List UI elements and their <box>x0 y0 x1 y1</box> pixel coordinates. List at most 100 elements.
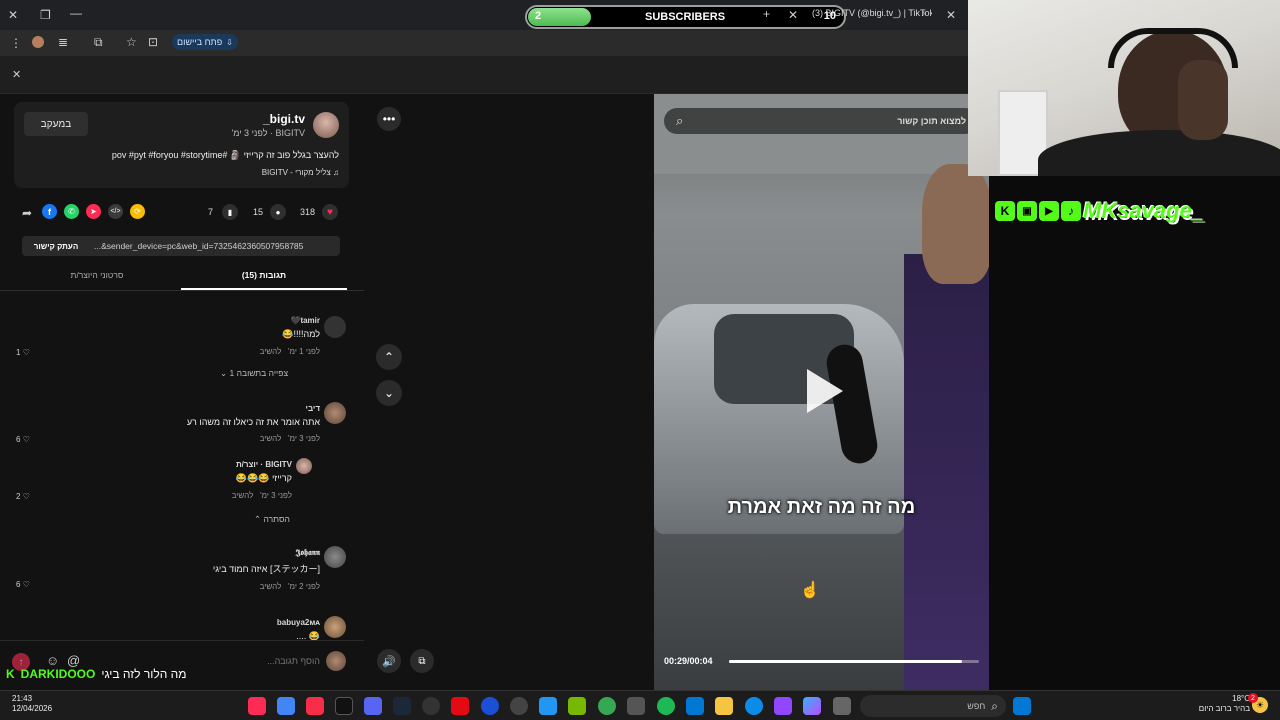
screenshot-icon[interactable]: ⊡ <box>148 35 158 49</box>
twitch-app-icon[interactable] <box>774 697 792 715</box>
comment-likes-count: 6 <box>16 580 21 589</box>
menu-dots-icon[interactable]: ⋮ <box>10 36 22 50</box>
repost-icon[interactable]: ⟳ <box>130 204 145 219</box>
reading-list-icon[interactable]: ≣ <box>58 35 68 49</box>
comment-likes-count: 1 <box>16 348 21 357</box>
previous-video-chevron-up-icon[interactable]: ⌃ <box>376 344 402 370</box>
close-tab-icon-2[interactable]: ✕ <box>946 8 956 22</box>
close-tab-icon[interactable]: ✕ <box>788 8 798 22</box>
nvidia-icon[interactable] <box>568 697 586 715</box>
profile-avatar-icon[interactable] <box>32 36 44 48</box>
following-button[interactable]: במעקב <box>24 112 88 136</box>
play-icon[interactable] <box>807 369 843 413</box>
weather-temp: 18°C <box>1232 694 1250 703</box>
close-window-icon[interactable]: ✕ <box>8 8 18 22</box>
volume-icon[interactable]: 🔊 <box>377 649 401 673</box>
hide-replies-button[interactable]: הסתרה ⌃ <box>254 514 290 525</box>
minimize-icon[interactable]: — <box>70 6 82 20</box>
task-view-icon[interactable] <box>833 697 851 715</box>
taskbar-search-icon: ⌕ <box>991 698 998 713</box>
taskbar-search-box[interactable]: ⌕ חפש <box>860 695 1006 717</box>
comment-author[interactable]: 𝕵𝖔𝖍𝖆𝖓𝖓 <box>8 548 320 558</box>
tiktok-desktop-icon[interactable] <box>335 697 353 715</box>
post-sound[interactable]: ♫ צליל מקורי - BIGITV <box>262 168 339 177</box>
tiktok-app-icon[interactable] <box>248 697 266 715</box>
windows-start-icon[interactable] <box>1013 697 1031 715</box>
heart-icon[interactable]: ♥ <box>322 204 338 220</box>
comment-likes[interactable]: 6 ♡ <box>16 435 30 444</box>
streamer-body <box>1038 130 1280 176</box>
settings-gear-icon[interactable] <box>510 697 528 715</box>
commenter-avatar[interactable] <box>324 316 346 338</box>
file-explorer-icon[interactable] <box>715 697 733 715</box>
embed-code-icon[interactable]: </> <box>108 204 123 219</box>
install-app-button[interactable]: ⇩ פתח ביישום <box>172 34 238 50</box>
tab-tiktok[interactable]: (3) BIGITV (@bigi.tv_) | TikTok <box>812 8 932 22</box>
view-replies-button[interactable]: צפייה בתשובה 1 ⌄ <box>220 368 288 379</box>
copy-link-button[interactable]: העתק קישור <box>22 236 90 256</box>
related-search-bar[interactable]: למצוא תוכן קשור ⌕ <box>664 108 978 134</box>
chrome-icon[interactable] <box>598 697 616 715</box>
comment-bubble-icon[interactable]: ● <box>270 204 286 220</box>
commenter-avatar[interactable] <box>324 616 346 638</box>
tab-creator-videos[interactable]: סרטוני היוצר/ת <box>14 270 180 290</box>
facebook-icon[interactable]: f <box>42 204 57 219</box>
more-options-icon[interactable]: ••• <box>377 107 401 131</box>
next-video-chevron-down-icon[interactable]: ⌄ <box>376 380 402 406</box>
reply-link[interactable]: להשיב <box>260 434 282 443</box>
picture-in-picture-icon[interactable]: ⧉ <box>410 649 434 673</box>
video-player[interactable]: למצוא תוכן קשור ⌕ מה זה מה זאת אמרת 00:2… <box>654 94 989 690</box>
comment-author[interactable]: babuya2ᴍᴀ <box>8 618 320 627</box>
edge-icon[interactable] <box>745 697 763 715</box>
share-arrow-icon[interactable]: ➦ <box>22 206 32 220</box>
reply-link[interactable]: להשיב <box>260 582 282 591</box>
outlook-icon[interactable] <box>686 697 704 715</box>
comment-time: לפני 3 ימ' <box>288 434 320 443</box>
copy-link-row: העתק קישור ...&sender_device=pc&web_id=7… <box>22 236 340 256</box>
ea-app-icon[interactable] <box>481 697 499 715</box>
music-app-icon[interactable] <box>306 697 324 715</box>
comment-likes[interactable]: 6 ♡ <box>16 580 30 589</box>
extensions-icon[interactable]: ⧉ <box>94 35 103 50</box>
commenter-avatar[interactable] <box>324 402 346 424</box>
comment-likes[interactable]: 1 ♡ <box>16 348 30 357</box>
author-username[interactable]: bigi.tv_ <box>263 112 305 126</box>
comment-likes[interactable]: 2 ♡ <box>16 492 30 501</box>
creator-avatar[interactable] <box>296 458 312 474</box>
maximize-icon[interactable]: ❐ <box>40 8 51 22</box>
whatsapp-icon[interactable]: ✆ <box>64 204 79 219</box>
kick-icon: K <box>995 201 1015 221</box>
netflix-icon[interactable] <box>451 697 469 715</box>
reply-link[interactable]: להשיב <box>260 347 282 356</box>
new-tab-icon[interactable]: + <box>763 7 770 21</box>
comment-item: tamir🖤 למה!!!!😂 לפני 1 ימ' להשיב <box>8 316 348 356</box>
author-avatar[interactable] <box>313 112 339 138</box>
taskbar-clock[interactable]: 21:43 12/04/2026 <box>12 694 52 714</box>
discord-icon[interactable] <box>364 697 382 715</box>
clock-date: 12/04/2026 <box>12 704 53 713</box>
reply-link[interactable]: להשיב <box>232 491 254 500</box>
comment-author[interactable]: דיבי <box>8 404 320 413</box>
commenter-avatar[interactable] <box>324 546 346 568</box>
search-icon[interactable]: ⌕ <box>676 113 683 129</box>
copilot-icon[interactable] <box>803 697 821 715</box>
video-progress-track[interactable] <box>729 660 979 663</box>
bookmark-star-icon[interactable]: ☆ <box>126 35 137 49</box>
share-link-text[interactable]: ...&sender_device=pc&web_id=732546236050… <box>94 241 336 251</box>
chrome-app-icon[interactable] <box>277 697 295 715</box>
windows-taskbar: 21:43 12/04/2026 ⌕ חפש 18°C בהיר ברוב הי… <box>0 690 1280 720</box>
comment-item: babuya2ᴍᴀ 😂 .... <box>8 618 348 642</box>
spotify-icon[interactable] <box>657 697 675 715</box>
microsoft-store-icon[interactable] <box>627 697 645 715</box>
send-to-friends-icon[interactable]: ➤ <box>86 204 101 219</box>
comment-author[interactable]: BIGITV · יוצר/ת <box>0 460 292 469</box>
weather-widget[interactable]: 18°C בהיר ברוב היום <box>1190 694 1250 714</box>
bookmark-icon[interactable]: ▮ <box>222 204 238 220</box>
steam-icon[interactable] <box>393 697 411 715</box>
video-progress-fill <box>729 660 962 663</box>
comment-author[interactable]: tamir🖤 <box>8 316 320 325</box>
tab-comments[interactable]: תגובות (15) <box>181 270 347 290</box>
obs-icon[interactable] <box>422 697 440 715</box>
store-app-icon[interactable] <box>539 697 557 715</box>
close-modal-icon[interactable]: ✕ <box>12 68 21 81</box>
